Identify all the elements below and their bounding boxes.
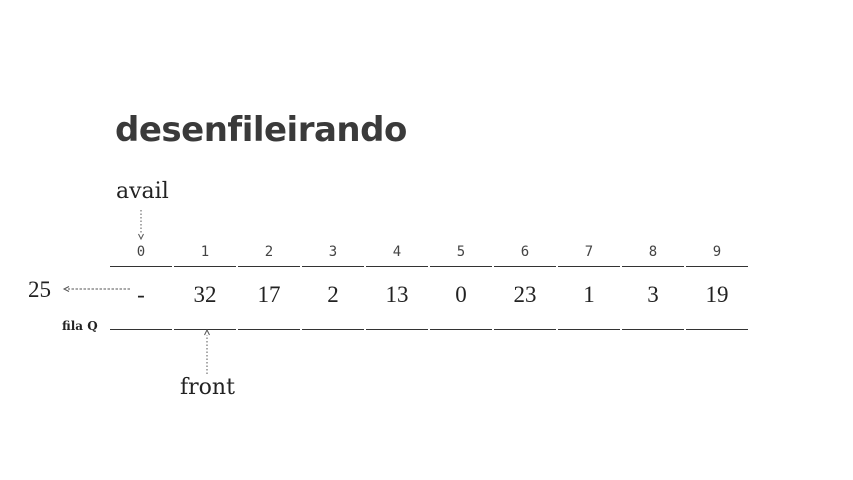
- front-pointer-label: front: [180, 375, 235, 400]
- pointer-arrows: [62, 210, 210, 374]
- avail-arrow: [138, 210, 144, 241]
- front-arrow: [204, 328, 210, 374]
- dequeue-arrow: [62, 286, 130, 292]
